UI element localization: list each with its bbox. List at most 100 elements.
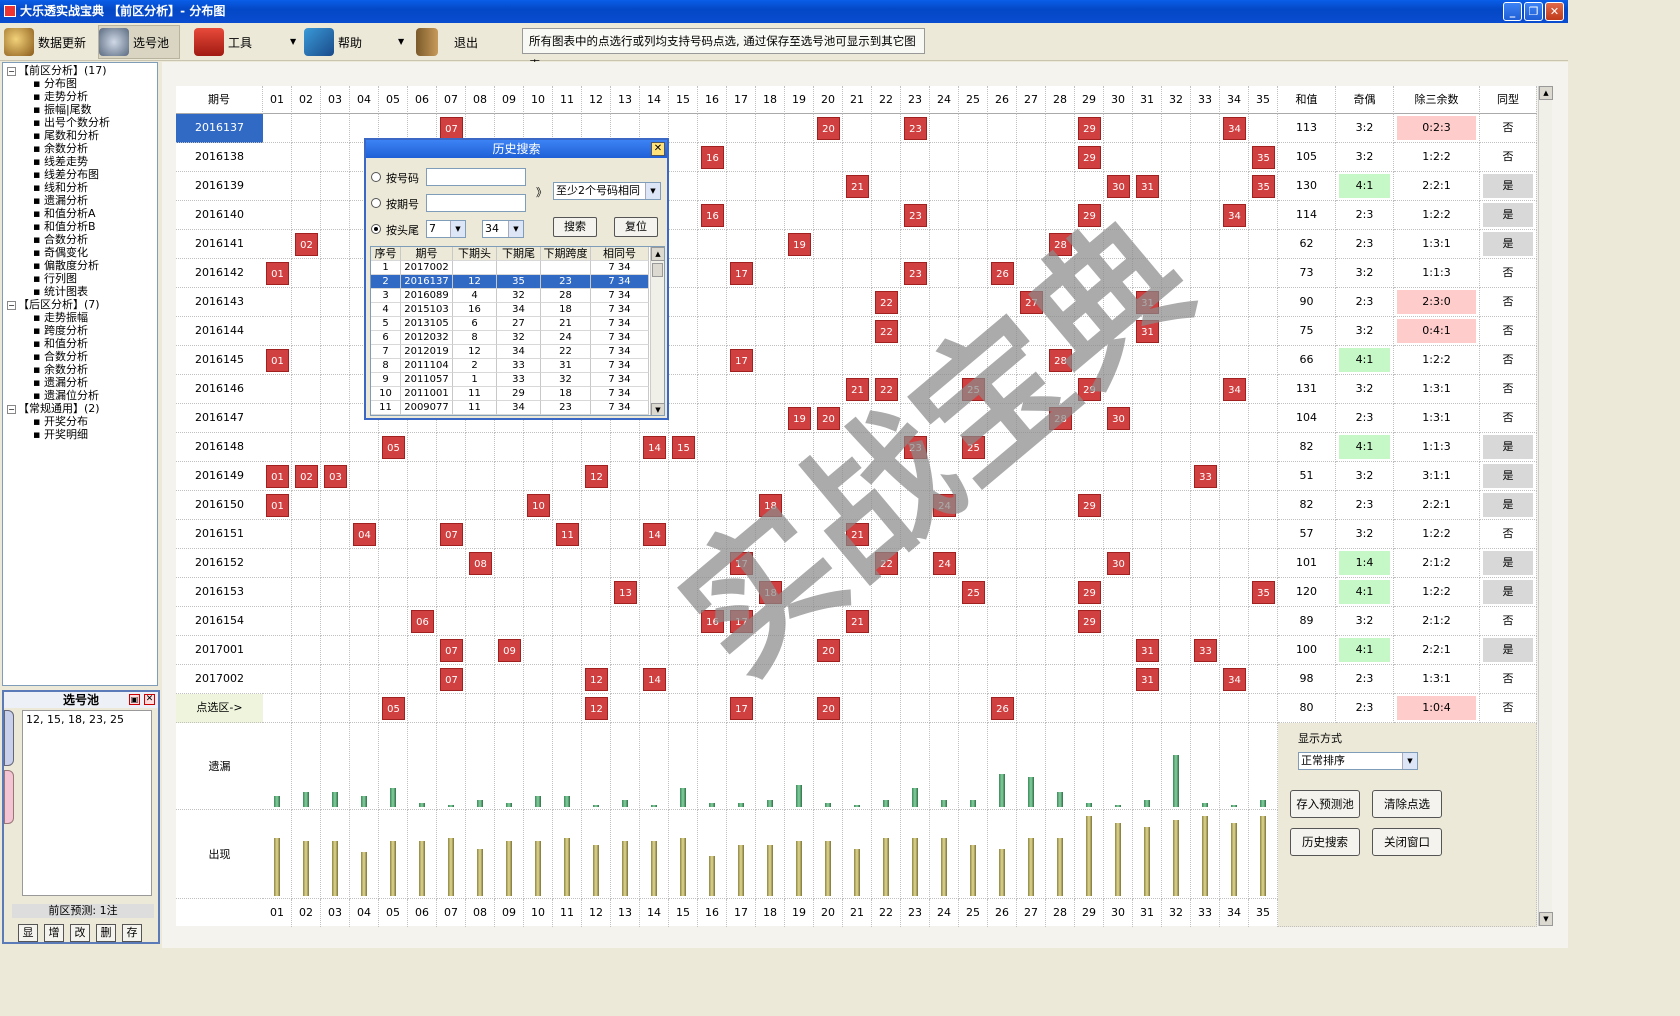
collapse-icon[interactable]: − (7, 66, 16, 76)
grid-cell[interactable] (901, 143, 930, 172)
grid-cell[interactable] (843, 549, 872, 578)
grid-cell[interactable] (1191, 404, 1220, 433)
grid-cell[interactable] (930, 404, 959, 433)
grid-cell[interactable] (1017, 433, 1046, 462)
grid-cell[interactable] (1017, 143, 1046, 172)
grid-cell[interactable] (785, 114, 814, 143)
column-footer[interactable]: 05 (379, 899, 408, 927)
number-ball[interactable]: 14 (643, 523, 666, 546)
help-button[interactable]: 帮助 (304, 25, 384, 59)
number-ball[interactable]: 29 (1078, 494, 1101, 517)
grid-cell[interactable] (1104, 607, 1133, 636)
grid-cell[interactable] (843, 433, 872, 462)
grid-cell[interactable] (901, 288, 930, 317)
grid-cell[interactable] (872, 259, 901, 288)
grid-cell[interactable] (1162, 520, 1191, 549)
grid-cell[interactable] (698, 636, 727, 665)
grid-cell[interactable] (988, 230, 1017, 259)
column-footer[interactable]: 07 (437, 899, 466, 927)
grid-cell[interactable] (495, 665, 524, 694)
pool-add-button[interactable]: 增 (44, 924, 64, 942)
grid-cell[interactable] (466, 636, 495, 665)
grid-cell[interactable] (698, 114, 727, 143)
grid-cell[interactable] (1133, 578, 1162, 607)
grid-cell[interactable] (988, 288, 1017, 317)
grid-cell[interactable] (756, 520, 785, 549)
grid-cell[interactable] (669, 578, 698, 607)
grid-cell[interactable] (930, 143, 959, 172)
grid-cell[interactable] (379, 578, 408, 607)
grid-cell[interactable] (930, 375, 959, 404)
radio-by-headtail[interactable] (371, 224, 381, 234)
number-ball[interactable]: 31 (1136, 320, 1159, 343)
grid-cell[interactable] (350, 462, 379, 491)
column-footer[interactable]: 01 (263, 899, 292, 927)
grid-cell[interactable] (611, 433, 640, 462)
tree-item[interactable]: ▪ 行列图 (33, 272, 77, 285)
grid-cell[interactable] (1249, 665, 1278, 694)
grid-cell[interactable] (524, 607, 553, 636)
grid-cell[interactable] (321, 578, 350, 607)
number-ball[interactable]: 29 (1078, 610, 1101, 633)
grid-cell[interactable] (988, 549, 1017, 578)
column-footer[interactable]: 15 (669, 899, 698, 927)
column-header[interactable]: 11 (553, 86, 582, 114)
number-ball[interactable]: 21 (846, 175, 869, 198)
grid-cell[interactable] (1249, 462, 1278, 491)
grid-cell[interactable] (872, 578, 901, 607)
grid-cell[interactable] (524, 462, 553, 491)
grid-cell[interactable] (553, 578, 582, 607)
number-ball[interactable]: 20 (817, 639, 840, 662)
grid-cell[interactable] (843, 288, 872, 317)
grid-cell[interactable] (1104, 346, 1133, 375)
column-header[interactable]: 20 (814, 86, 843, 114)
column-footer[interactable]: 08 (466, 899, 495, 927)
tree-item[interactable]: ▪ 和值分析 (33, 337, 88, 350)
grid-cell[interactable] (930, 694, 959, 723)
period-cell[interactable]: 2016146 (176, 375, 263, 404)
grid-cell[interactable] (756, 346, 785, 375)
pool-numbers-field[interactable]: 12, 15, 18, 23, 25 (22, 710, 152, 896)
display-mode-select[interactable]: 正常排序 ▼ (1298, 752, 1418, 770)
grid-cell[interactable] (698, 404, 727, 433)
grid-cell[interactable] (1075, 288, 1104, 317)
grid-cell[interactable] (466, 433, 495, 462)
grid-cell[interactable] (698, 259, 727, 288)
grid-cell[interactable] (495, 462, 524, 491)
grid-cell[interactable] (1104, 317, 1133, 346)
period-cell[interactable]: 2016148 (176, 433, 263, 462)
number-pool-button[interactable]: 选号池 (98, 25, 180, 59)
number-ball[interactable]: 17 (730, 552, 753, 575)
grid-cell[interactable] (843, 578, 872, 607)
close-window-button[interactable]: 关闭窗口 (1372, 828, 1442, 856)
grid-cell[interactable] (1249, 636, 1278, 665)
table-scroll-down-icon[interactable]: ▼ (651, 403, 664, 415)
number-ball[interactable]: 30 (1107, 175, 1130, 198)
number-ball[interactable]: 05 (382, 436, 405, 459)
tree-item[interactable]: ▪ 分布图 (33, 77, 77, 90)
grid-cell[interactable] (292, 520, 321, 549)
number-ball[interactable]: 22 (875, 378, 898, 401)
grid-cell[interactable] (843, 114, 872, 143)
grid-cell[interactable] (959, 520, 988, 549)
number-ball[interactable]: 11 (556, 523, 579, 546)
grid-cell[interactable] (1191, 172, 1220, 201)
column-header[interactable]: 30 (1104, 86, 1133, 114)
grid-cell[interactable] (611, 520, 640, 549)
grid-cell[interactable] (1017, 462, 1046, 491)
number-ball[interactable]: 33 (1194, 639, 1217, 662)
grid-cell[interactable] (988, 114, 1017, 143)
data-update-button[interactable]: 数据更新 (4, 25, 94, 59)
column-footer[interactable]: 19 (785, 899, 814, 927)
grid-cell[interactable] (872, 404, 901, 433)
grid-cell[interactable] (1249, 317, 1278, 346)
grid-cell[interactable] (1249, 549, 1278, 578)
column-header[interactable]: 23 (901, 86, 930, 114)
grid-cell[interactable] (959, 230, 988, 259)
column-footer[interactable]: 28 (1046, 899, 1075, 927)
grid-cell[interactable] (843, 404, 872, 433)
number-ball[interactable]: 23 (904, 117, 927, 140)
tree-item[interactable]: ▪ 出号个数分析 (33, 116, 110, 129)
grid-cell[interactable] (930, 607, 959, 636)
number-ball[interactable]: 20 (817, 117, 840, 140)
